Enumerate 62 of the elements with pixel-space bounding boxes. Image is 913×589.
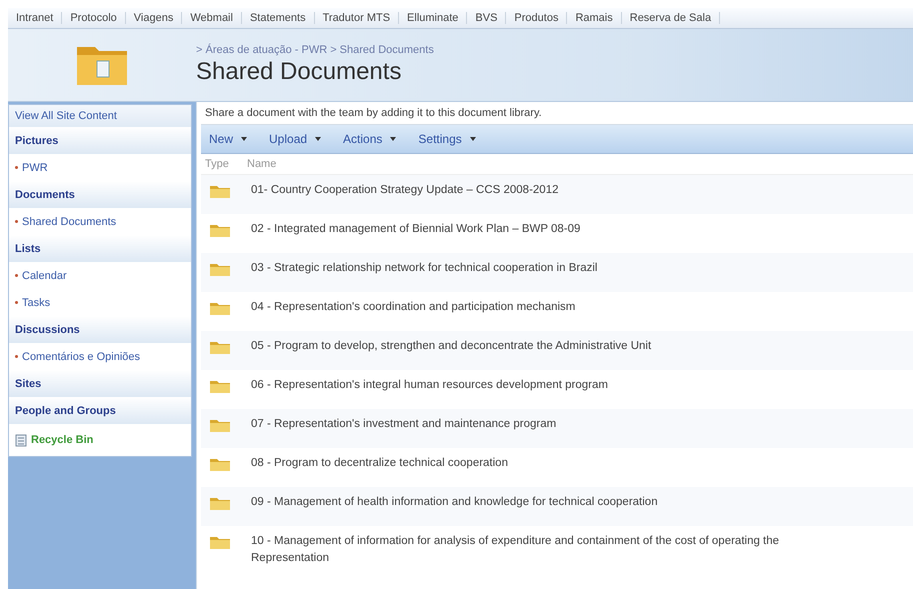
sidebar-heading[interactable]: People and Groups — [9, 397, 191, 424]
folder-name[interactable]: 06 - Representation's integral human resources development program — [251, 377, 608, 394]
nav-link[interactable]: Ramais — [567, 12, 622, 24]
sidebar-label: PWR — [22, 162, 48, 174]
folder-icon — [209, 223, 231, 238]
bullet-icon — [15, 220, 18, 223]
sidebar-label: Lists — [15, 242, 41, 254]
nav-link[interactable]: Intranet — [8, 12, 62, 24]
sidebar-label: Pictures — [15, 134, 58, 146]
caret-icon — [470, 137, 476, 141]
nav-link[interactable]: Produtos — [506, 12, 568, 24]
sidebar-label: Comentários e Opiniões — [22, 350, 140, 362]
sidebar-heading[interactable]: Sites — [9, 370, 191, 397]
toolbar-menu[interactable]: Upload — [269, 132, 322, 146]
nav-link[interactable]: Statements — [242, 12, 315, 24]
folder-icon — [209, 418, 231, 433]
sidebar-label: Shared Documents — [22, 216, 116, 228]
recycle-bin-icon — [15, 433, 27, 447]
sidebar-label: People and Groups — [15, 404, 116, 416]
nav-link[interactable]: Protocolo — [62, 12, 126, 24]
folder-name[interactable]: 08 - Program to decentralize technical cooperation — [251, 455, 508, 472]
folder-icon — [209, 340, 231, 355]
folder-icon — [209, 496, 231, 511]
sidebar-heading[interactable]: Pictures — [9, 127, 191, 154]
folder-name[interactable]: 07 - Representation's investment and maintenance program — [251, 416, 556, 433]
toolbar-menu[interactable]: New — [209, 132, 248, 146]
nav-link[interactable]: Reserva de Sala — [622, 12, 720, 24]
folder-name[interactable]: 01- Country Cooperation Strategy Update – CCS 2008-2012 — [251, 182, 558, 199]
folder-icon — [209, 457, 231, 472]
sidebar-heading[interactable]: Discussions — [9, 316, 191, 343]
sidebar-label: Discussions — [15, 324, 80, 336]
nav-link[interactable]: Webmail — [182, 12, 242, 24]
sidebar-label: View All Site Content — [15, 110, 117, 122]
folder-name[interactable]: 10 - Management of information for analysis of expenditure and containment of the cost of operating the Representation — [251, 533, 841, 567]
caret-icon — [315, 137, 322, 141]
sidebar-label: Recycle Bin — [31, 434, 94, 446]
bullet-icon — [15, 301, 18, 304]
sidebar-heading[interactable]: Documents — [9, 181, 191, 208]
page-title: Shared Documents — [196, 58, 402, 86]
bullet-icon — [15, 274, 18, 277]
folder-icon — [209, 379, 231, 394]
toolbar-menu[interactable]: Actions — [343, 132, 396, 146]
bullet-icon — [15, 355, 18, 358]
nav-link[interactable]: BVS — [467, 12, 506, 24]
nav-link[interactable]: Tradutor MTS — [314, 12, 400, 24]
sidebar-label: Calendar — [22, 270, 67, 282]
folder-icon — [209, 535, 231, 550]
sidebar-heading[interactable]: Lists — [9, 235, 191, 262]
sidebar-label: Tasks — [22, 296, 50, 308]
folder-name[interactable]: 04 - Representation's coordination and participation mechanism — [251, 299, 576, 316]
toolbar-menu[interactable]: Settings — [418, 132, 476, 146]
sidebar-label: Sites — [15, 378, 42, 390]
nav-link[interactable]: Viagens — [126, 12, 182, 24]
folder-name[interactable]: 02 - Integrated management of Biennial Work Plan – BWP 08-09 — [251, 221, 580, 238]
nav-link[interactable]: Elluminate — [399, 12, 468, 24]
folder-icon — [209, 301, 231, 316]
caret-icon — [390, 137, 396, 141]
folder-icon — [209, 184, 231, 199]
caret-icon — [241, 137, 248, 141]
bullet-icon — [15, 166, 18, 169]
folder-icon — [209, 262, 231, 277]
sidebar-label: Documents — [15, 188, 75, 200]
